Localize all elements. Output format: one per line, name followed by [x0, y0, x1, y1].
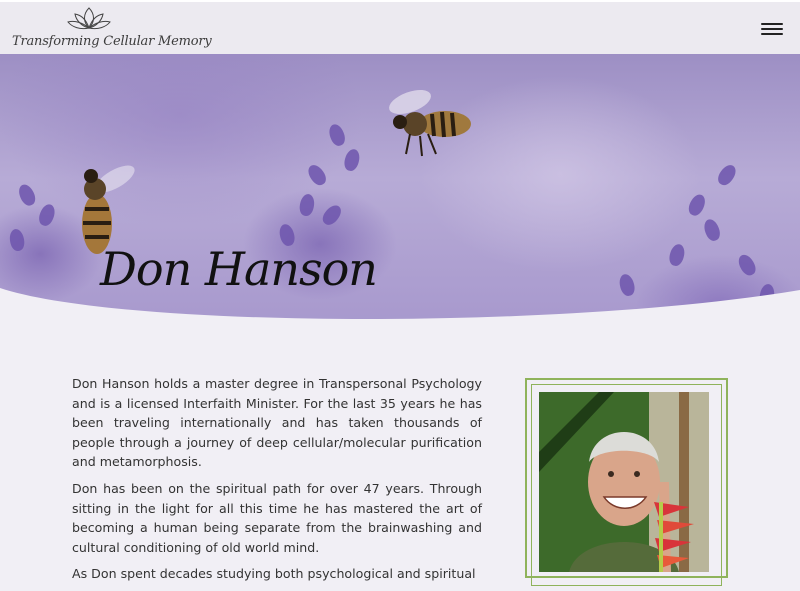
site-logo[interactable]: Transforming Cellular Memory	[10, 6, 212, 54]
portrait-photo	[539, 392, 709, 572]
bio-paragraph: Don has been on the spiritual path for o…	[72, 480, 482, 555]
bio-paragraph: As Don spent decades studying both psych…	[72, 566, 476, 582]
hero-banner: Don Hanson	[0, 54, 800, 330]
lotus-icon	[67, 7, 111, 30]
portrait-frame	[525, 378, 728, 586]
bee-image	[389, 89, 471, 157]
hamburger-menu-icon[interactable]	[761, 23, 783, 37]
site-header: Transforming Cellular Memory	[0, 0, 800, 54]
bio-content: Don Hanson holds a master degree in Tran…	[72, 374, 482, 591]
logo-text: Transforming Cellular Memory	[12, 34, 212, 49]
hero-curve-divider	[0, 288, 800, 330]
bio-paragraph: Don Hanson holds a master degree in Tran…	[72, 376, 482, 470]
